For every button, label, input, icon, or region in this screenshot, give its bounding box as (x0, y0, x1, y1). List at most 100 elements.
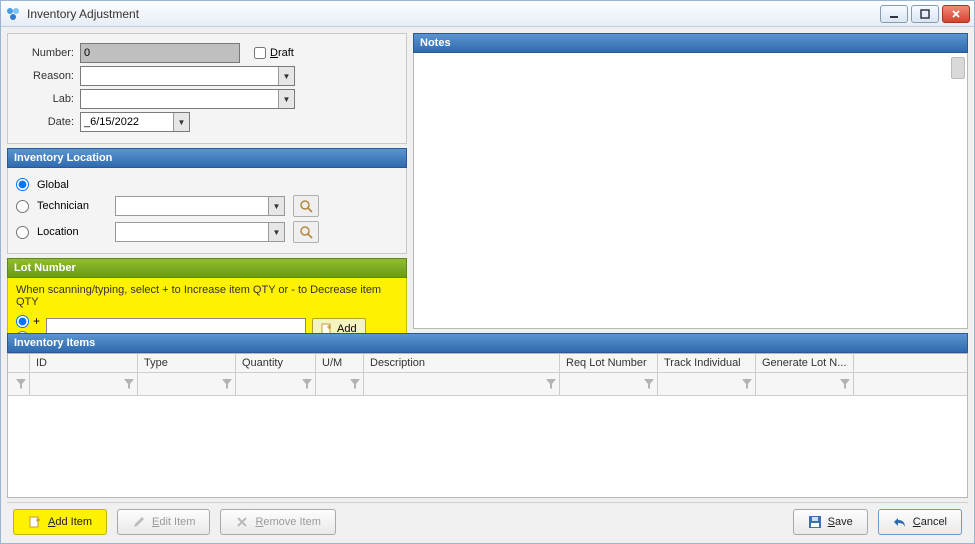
col-type[interactable]: Type (138, 354, 236, 372)
minimize-icon (889, 9, 899, 19)
location-combo[interactable]: ▼ (115, 222, 285, 242)
header-form: Number: Draft Reason: ▼ (7, 33, 407, 144)
search-icon (299, 199, 313, 213)
col-track-individual[interactable]: Track Individual (658, 354, 756, 372)
save-button[interactable]: Save (793, 509, 868, 535)
items-grid[interactable]: ID Type Quantity U/M Description Req Lot… (7, 353, 968, 498)
chevron-down-icon: ▼ (268, 197, 284, 215)
lot-hint: When scanning/typing, select + to Increa… (16, 284, 398, 308)
edit-item-label: Edit Item (152, 516, 195, 528)
number-input[interactable] (80, 43, 240, 63)
filter-quantity[interactable] (236, 373, 316, 395)
lab-label: Lab: (16, 93, 74, 105)
save-label: Save (828, 516, 853, 528)
inventory-adjustment-window: Inventory Adjustment Number: (0, 0, 975, 544)
col-generate-lot[interactable]: Generate Lot N... (756, 354, 854, 372)
filter-selector[interactable] (8, 373, 30, 395)
inventory-location-header: Inventory Location (7, 148, 407, 168)
scrollbar-thumb[interactable] (951, 57, 965, 79)
filter-generate[interactable] (756, 373, 854, 395)
global-label: Global (37, 179, 69, 191)
filter-um[interactable] (316, 373, 364, 395)
col-id[interactable]: ID (30, 354, 138, 372)
remove-item-button[interactable]: Remove Item (220, 509, 335, 535)
window-title: Inventory Adjustment (27, 7, 880, 21)
grid-body[interactable] (8, 396, 967, 497)
chevron-down-icon[interactable]: ▼ (173, 113, 189, 131)
pencil-icon (132, 515, 146, 529)
close-button[interactable] (942, 5, 970, 23)
technician-label: Technician (37, 200, 107, 212)
date-label: Date: (16, 116, 74, 128)
remove-item-label: Remove Item (255, 516, 320, 528)
footer-toolbar: Add Item Edit Item Remove Item Save Canc… (7, 502, 968, 537)
filter-icon (15, 378, 27, 390)
filter-icon (123, 378, 135, 390)
notes-section: Notes (413, 33, 968, 329)
plus-radio[interactable] (16, 315, 29, 328)
lot-number-header: Lot Number (7, 258, 407, 278)
filter-icon (839, 378, 851, 390)
left-pane: Number: Draft Reason: ▼ (7, 33, 407, 329)
col-quantity[interactable]: Quantity (236, 354, 316, 372)
filter-icon (301, 378, 313, 390)
floppy-icon (808, 515, 822, 529)
lab-combo[interactable] (80, 89, 295, 109)
grid-header-row: ID Type Quantity U/M Description Req Lot… (8, 354, 967, 373)
window-controls (880, 5, 970, 23)
minimize-button[interactable] (880, 5, 908, 23)
global-radio[interactable] (16, 178, 29, 191)
new-document-icon (28, 515, 42, 529)
maximize-button[interactable] (911, 5, 939, 23)
col-req-lot[interactable]: Req Lot Number (560, 354, 658, 372)
location-lookup-button[interactable] (293, 221, 319, 243)
edit-item-button[interactable]: Edit Item (117, 509, 210, 535)
close-icon (951, 9, 961, 19)
upper-panels: Number: Draft Reason: ▼ (7, 33, 968, 329)
app-icon (5, 6, 21, 22)
chevron-down-icon[interactable]: ▼ (278, 67, 294, 85)
cancel-button[interactable]: Cancel (878, 509, 962, 535)
titlebar[interactable]: Inventory Adjustment (1, 1, 974, 27)
reason-label: Reason: (16, 70, 74, 82)
add-item-button[interactable]: Add Item (13, 509, 107, 535)
filter-icon (643, 378, 655, 390)
technician-lookup-button[interactable] (293, 195, 319, 217)
filter-req-lot[interactable] (560, 373, 658, 395)
notes-textarea[interactable] (413, 53, 968, 329)
location-radio[interactable] (16, 226, 29, 239)
maximize-icon (920, 9, 930, 19)
number-label: Number: (16, 47, 74, 59)
col-description[interactable]: Description (364, 354, 560, 372)
filter-track[interactable] (658, 373, 756, 395)
inventory-items-section: Inventory Items ID Type Quantity U/M Des… (7, 333, 968, 498)
content-area: Number: Draft Reason: ▼ (1, 27, 974, 543)
cancel-label: Cancel (913, 516, 947, 528)
filter-icon (349, 378, 361, 390)
col-selector[interactable] (8, 354, 30, 372)
chevron-down-icon[interactable]: ▼ (278, 90, 294, 108)
filter-description[interactable] (364, 373, 560, 395)
inventory-location-section: Inventory Location Global Technician ▼ (7, 148, 407, 254)
delete-icon (235, 515, 249, 529)
reason-combo[interactable] (80, 66, 295, 86)
filter-icon (741, 378, 753, 390)
plus-label: + (33, 314, 40, 328)
notes-header: Notes (413, 33, 968, 53)
grid-filter-row (8, 373, 967, 396)
chevron-down-icon: ▼ (268, 223, 284, 241)
draft-checkbox[interactable] (254, 47, 266, 59)
filter-icon (221, 378, 233, 390)
filter-icon (545, 378, 557, 390)
col-um[interactable]: U/M (316, 354, 364, 372)
technician-radio[interactable] (16, 200, 29, 213)
filter-id[interactable] (30, 373, 138, 395)
draft-label: Draft (270, 47, 294, 59)
technician-combo[interactable]: ▼ (115, 196, 285, 216)
add-item-label: Add Item (48, 516, 92, 528)
location-label: Location (37, 226, 107, 238)
undo-icon (893, 515, 907, 529)
inventory-items-header: Inventory Items (7, 333, 968, 353)
search-icon (299, 225, 313, 239)
filter-type[interactable] (138, 373, 236, 395)
